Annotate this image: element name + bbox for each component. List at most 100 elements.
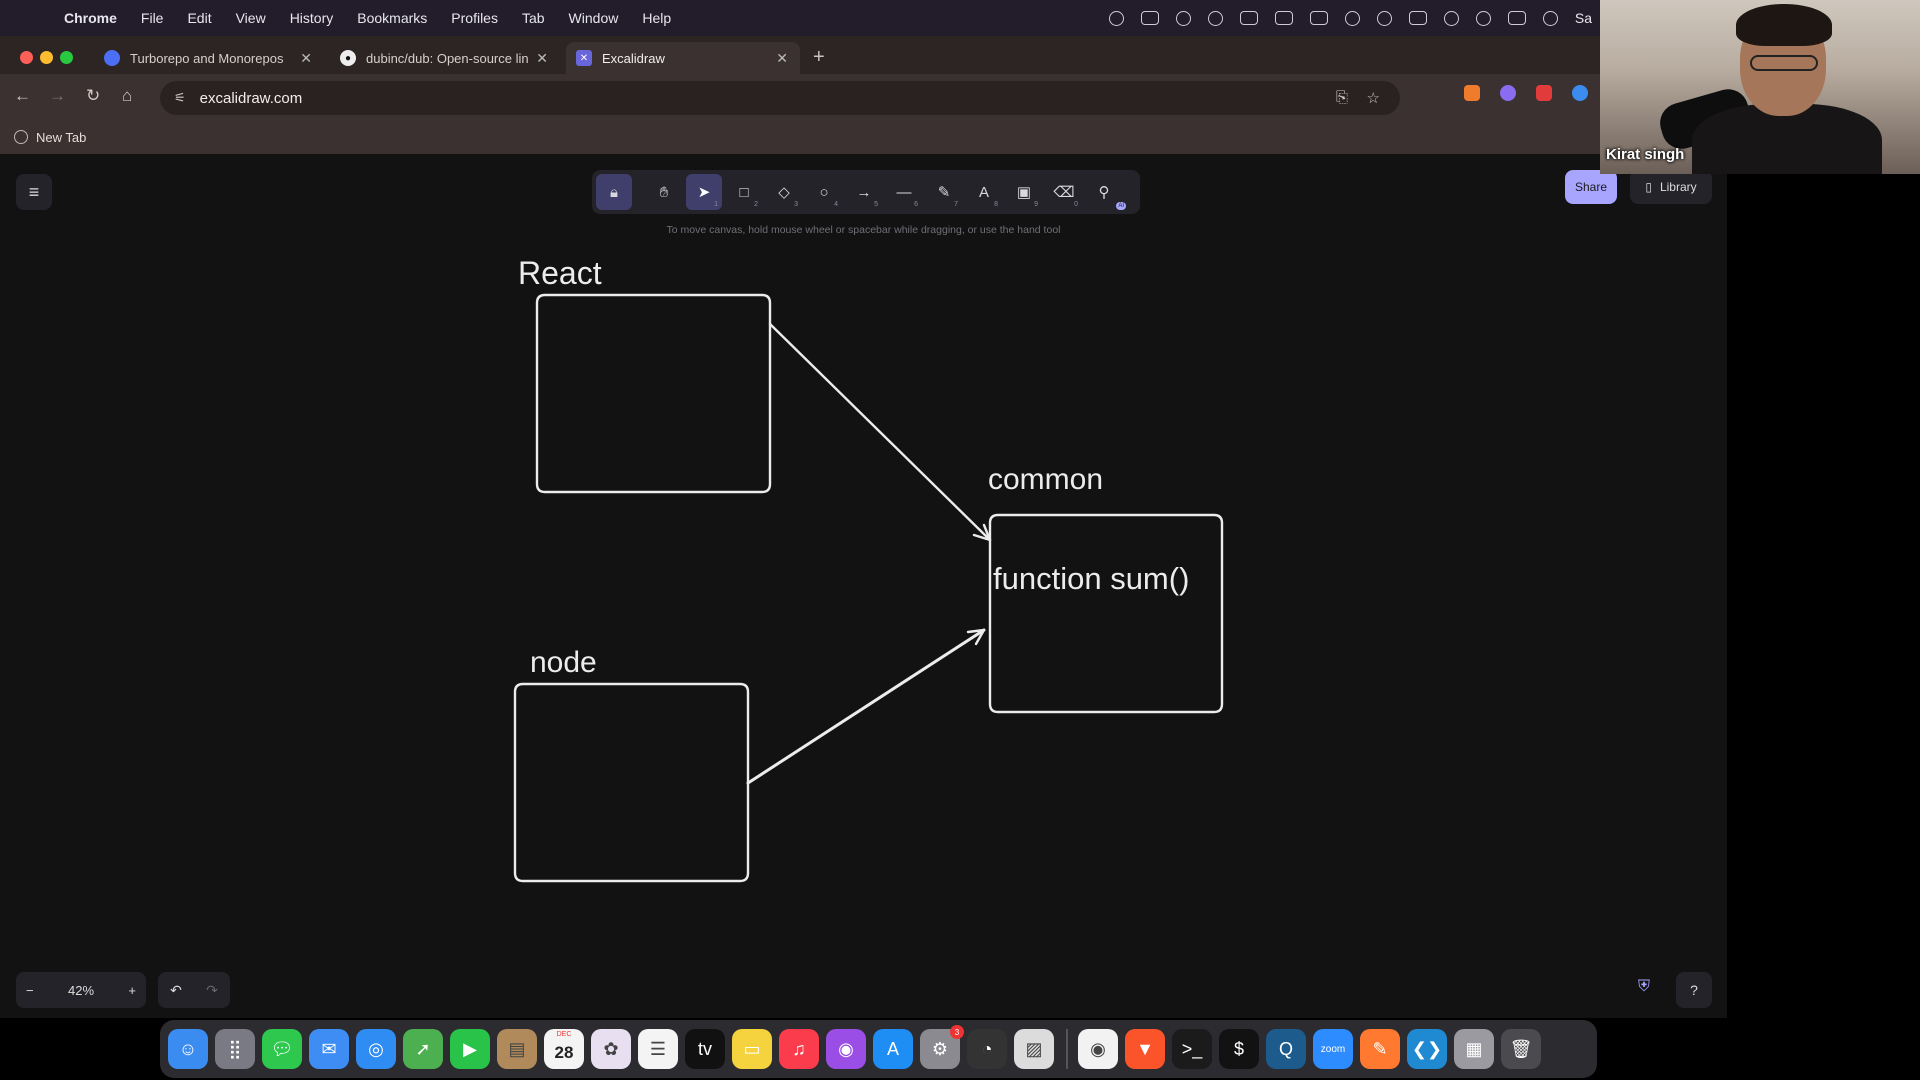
maximize-window-icon[interactable]	[60, 51, 73, 64]
status-icon-6[interactable]	[1274, 11, 1293, 25]
menu-bookmarks[interactable]: Bookmarks	[345, 10, 439, 26]
dock-reminders-icon[interactable]: ☰	[638, 1029, 678, 1069]
dock-appletv-icon[interactable]: tv	[685, 1029, 725, 1069]
dock-maps-icon[interactable]: ➚	[403, 1029, 443, 1069]
node-box[interactable]	[513, 682, 750, 883]
zoom-in-button[interactable]: +	[128, 983, 136, 998]
play-icon[interactable]	[1344, 10, 1360, 26]
redo-icon[interactable]: ↷	[206, 982, 218, 999]
label-node[interactable]: node	[530, 646, 597, 679]
dock-launchpad-icon[interactable]: ⣿	[215, 1029, 255, 1069]
label-react[interactable]: React	[518, 255, 602, 291]
extension-icon-2[interactable]	[1500, 85, 1516, 101]
tab-turborepo[interactable]: Turborepo and Monorepos ✕	[94, 42, 324, 74]
dock-terminal-icon[interactable]: >_	[1172, 1029, 1212, 1069]
dock-appstore-icon[interactable]: A	[873, 1029, 913, 1069]
minimize-window-icon[interactable]	[40, 51, 53, 64]
close-window-icon[interactable]	[20, 51, 33, 64]
dock-music-icon[interactable]: ♫	[779, 1029, 819, 1069]
menu-help[interactable]: Help	[630, 10, 683, 26]
site-info-icon[interactable]: ⚟	[174, 90, 186, 106]
status-icon-3[interactable]	[1175, 10, 1191, 26]
arrow-react-to-common[interactable]	[768, 322, 992, 542]
forward-icon[interactable]: →	[49, 86, 66, 106]
home-icon[interactable]: ⌂	[122, 86, 132, 106]
status-icon-5[interactable]	[1239, 11, 1258, 25]
menu-view[interactable]: View	[224, 10, 278, 26]
dock-finder-icon[interactable]: ☺	[168, 1029, 208, 1069]
menu-app-name[interactable]: Chrome	[52, 10, 129, 26]
back-icon[interactable]: ←	[14, 86, 31, 106]
battery-icon[interactable]	[1408, 11, 1427, 25]
shield-check-icon[interactable]: ⛨	[1638, 978, 1650, 996]
finder-glyph: ☺	[178, 1038, 198, 1059]
close-tab-icon[interactable]: ✕	[776, 50, 788, 67]
diagram: React common node function sum()	[513, 255, 1224, 883]
dock-safari-icon[interactable]: ◎	[356, 1029, 396, 1069]
dock-terminal-2-icon[interactable]: $	[1219, 1029, 1259, 1069]
dock-facetime-icon[interactable]: ▶	[450, 1029, 490, 1069]
dock-chrome-icon[interactable]: ◉	[1078, 1029, 1118, 1069]
search-icon[interactable]	[1475, 10, 1491, 26]
launchpad-glyph: ⣿	[228, 1038, 242, 1059]
menu-tab[interactable]: Tab	[510, 10, 557, 26]
url-text[interactable]: excalidraw.com	[200, 90, 303, 107]
install-app-icon[interactable]: ⎘	[1336, 89, 1348, 106]
close-tab-icon[interactable]: ✕	[300, 50, 312, 67]
dock-activity-icon[interactable]: ◔	[967, 1029, 1007, 1069]
tab-excalidraw[interactable]: ✕ Excalidraw ✕	[566, 42, 800, 74]
zoom-out-button[interactable]: −	[26, 983, 34, 998]
dock-brave-icon[interactable]: ▼	[1125, 1029, 1165, 1069]
moon-icon[interactable]	[1376, 10, 1392, 26]
siri-icon[interactable]	[1542, 10, 1558, 26]
common-box[interactable]	[988, 513, 1224, 714]
status-icon-1[interactable]	[1108, 10, 1124, 26]
dock-notes-icon[interactable]: ▭	[732, 1029, 772, 1069]
tab-strip: Turborepo and Monorepos ✕ ● dubinc/dub: …	[0, 36, 1600, 74]
bookmark-star-icon[interactable]: ☆	[1367, 89, 1380, 107]
dock-vscode-icon[interactable]: ❮❯	[1407, 1029, 1447, 1069]
zoom-level[interactable]: 42%	[68, 983, 94, 998]
bookmark-new-tab[interactable]: New Tab	[36, 130, 86, 145]
help-button[interactable]: ?	[1676, 972, 1712, 1008]
label-function-sum[interactable]: function sum()	[993, 561, 1189, 596]
react-box[interactable]	[535, 293, 772, 494]
extension-fox-icon[interactable]	[1464, 85, 1480, 101]
control-center-icon[interactable]	[1507, 11, 1526, 25]
wifi-icon[interactable]	[1443, 10, 1459, 26]
dock-pen-app-icon[interactable]: ✎	[1360, 1029, 1400, 1069]
new-tab-button[interactable]: +	[813, 46, 825, 69]
extension-icon-4[interactable]	[1572, 85, 1588, 101]
dock-notes-brown-icon[interactable]: ▤	[497, 1029, 537, 1069]
cloud-icon[interactable]	[1140, 11, 1159, 25]
undo-icon[interactable]: ↶	[170, 982, 182, 999]
extension-icon-3[interactable]	[1536, 85, 1552, 101]
close-tab-icon[interactable]: ✕	[536, 50, 548, 67]
dock-downloads-icon[interactable]: ▦	[1454, 1029, 1494, 1069]
menu-history[interactable]: History	[278, 10, 346, 26]
menu-file[interactable]: File	[129, 10, 176, 26]
dock-mail-icon[interactable]: ✉	[309, 1029, 349, 1069]
dock-preview-icon[interactable]: ▨	[1014, 1029, 1054, 1069]
dock-trash-icon[interactable]: 🗑︎	[1501, 1029, 1541, 1069]
dock-zoom-icon[interactable]: zoom	[1313, 1029, 1353, 1069]
dock-quicktime-icon[interactable]: Q	[1266, 1029, 1306, 1069]
reload-icon[interactable]: ↻	[86, 86, 100, 106]
menu-profiles[interactable]: Profiles	[439, 10, 510, 26]
dock-calendar-icon[interactable]: DEC 28	[544, 1029, 584, 1069]
menu-edit[interactable]: Edit	[175, 10, 223, 26]
excalidraw-canvas[interactable]: ≡ 🔒︎ ✋︎ ➤ 1 □ 2 ◇ 3 ○ 4 → 5—6 ✎ 7 A 8 ▣ 9 ⌫ 0 ⚲ AI To move ca…	[0, 154, 1727, 1018]
dock-podcasts-icon[interactable]: ◉	[826, 1029, 866, 1069]
menu-window[interactable]: Window	[557, 10, 631, 26]
address-bar[interactable]: ⚟ excalidraw.com ⎘ ☆	[160, 81, 1400, 115]
arrow-node-to-common[interactable]	[746, 628, 986, 785]
tab-dub-github[interactable]: ● dubinc/dub: Open-source lin ✕	[330, 42, 560, 74]
label-common[interactable]: common	[988, 463, 1103, 496]
dock-system-settings-icon[interactable]: ⚙ 3	[920, 1025, 964, 1069]
status-icon-4[interactable]	[1207, 10, 1223, 26]
dock-messages-icon[interactable]: 💬︎	[262, 1029, 302, 1069]
dock-photos-icon[interactable]: ✿	[591, 1029, 631, 1069]
webcam-overlay: Kirat singh	[1600, 0, 1920, 174]
screen: Chrome File Edit View History Bookmarks …	[0, 0, 1920, 1080]
status-icon-7[interactable]	[1309, 11, 1328, 25]
